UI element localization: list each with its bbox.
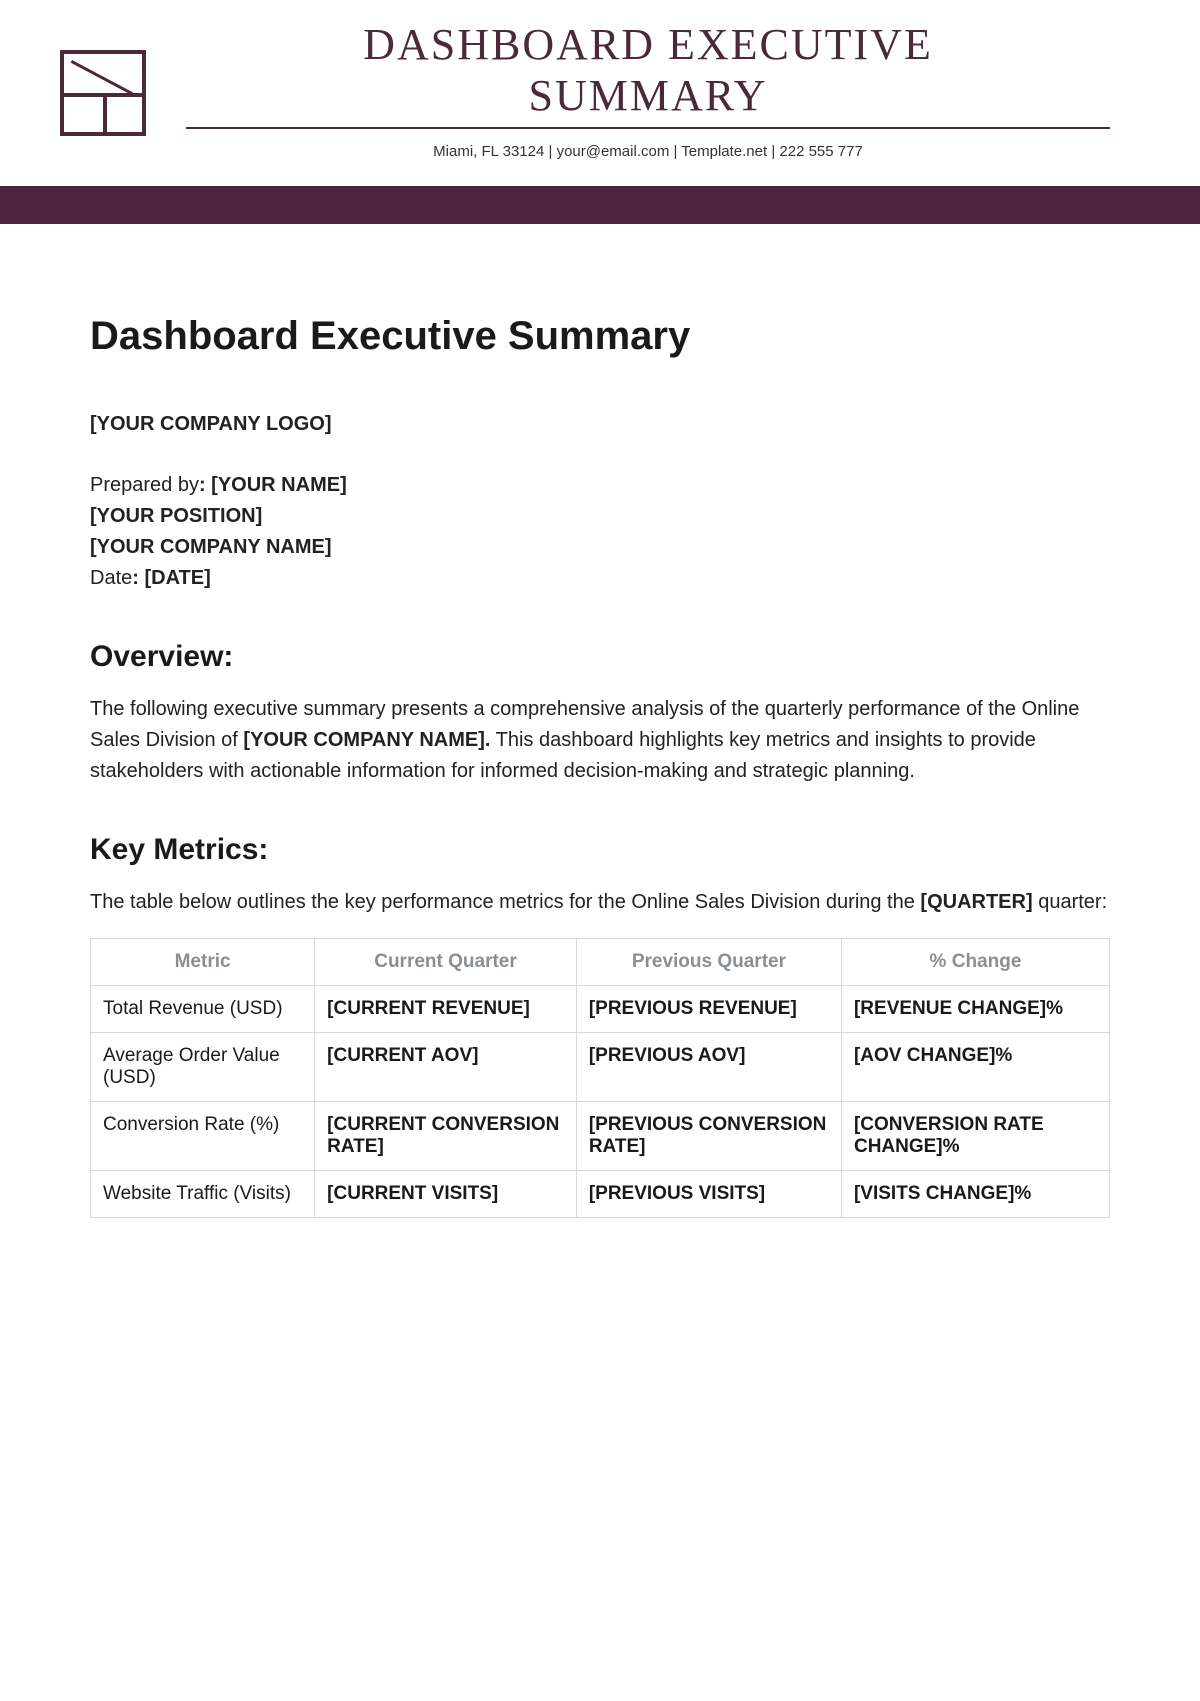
company-placeholder: [YOUR COMPANY NAME] [90,536,331,558]
cell-change: [REVENUE CHANGE]% [841,986,1109,1033]
logo-block [60,20,146,136]
title-underline [186,127,1110,129]
title-line-2: SUMMARY [529,71,768,120]
cell-metric: Total Revenue (USD) [91,986,315,1033]
date-label: Date [90,567,132,589]
metrics-table: Metric Current Quarter Previous Quarter … [90,938,1110,1218]
col-change: % Change [841,939,1109,986]
cell-previous: [PREVIOUS CONVERSION RATE] [576,1102,841,1171]
company-logo-placeholder: [YOUR COMPANY LOGO] [90,413,331,435]
overview-paragraph: The following executive summary presents… [90,694,1110,787]
contact-line: Miami, FL 33124 | your@email.com | Templ… [186,143,1110,160]
overview-text-bold: [YOUR COMPANY NAME]. [243,729,490,751]
meta-block: [YOUR COMPANY LOGO] Prepared by: [YOUR N… [90,409,1110,594]
cell-previous: [PREVIOUS VISITS] [576,1171,841,1218]
accent-band [0,186,1200,224]
title-block: DASHBOARD EXECUTIVE SUMMARY Miami, FL 33… [186,20,1110,160]
title-line-1: DASHBOARD EXECUTIVE [363,20,933,69]
cell-current: [CURRENT CONVERSION RATE] [315,1102,577,1171]
table-row: Website Traffic (Visits) [CURRENT VISITS… [91,1171,1110,1218]
col-current: Current Quarter [315,939,577,986]
table-header-row: Metric Current Quarter Previous Quarter … [91,939,1110,986]
table-row: Total Revenue (USD) [CURRENT REVENUE] [P… [91,986,1110,1033]
col-metric: Metric [91,939,315,986]
cell-current: [CURRENT REVENUE] [315,986,577,1033]
document-title: DASHBOARD EXECUTIVE SUMMARY [186,20,1110,121]
km-intro-pre: The table below outlines the key perform… [90,891,920,913]
logo-icon [60,50,146,136]
table-row: Average Order Value (USD) [CURRENT AOV] … [91,1033,1110,1102]
prepared-by-value: : [YOUR NAME] [199,474,347,496]
km-intro-bold: [QUARTER] [920,891,1032,913]
document-header: DASHBOARD EXECUTIVE SUMMARY Miami, FL 33… [0,0,1200,160]
cell-metric: Website Traffic (Visits) [91,1171,315,1218]
cell-previous: [PREVIOUS REVENUE] [576,986,841,1033]
cell-current: [CURRENT AOV] [315,1033,577,1102]
km-intro-post: quarter: [1033,891,1107,913]
key-metrics-intro: The table below outlines the key perform… [90,887,1110,918]
cell-change: [CONVERSION RATE CHANGE]% [841,1102,1109,1171]
cell-metric: Conversion Rate (%) [91,1102,315,1171]
cell-metric: Average Order Value (USD) [91,1033,315,1102]
cell-change: [VISITS CHANGE]% [841,1171,1109,1218]
position-placeholder: [YOUR POSITION] [90,505,262,527]
col-previous: Previous Quarter [576,939,841,986]
prepared-by-label: Prepared by [90,474,199,496]
cell-previous: [PREVIOUS AOV] [576,1033,841,1102]
key-metrics-heading: Key Metrics: [90,833,1110,867]
date-value: : [DATE] [132,567,211,589]
cell-change: [AOV CHANGE]% [841,1033,1109,1102]
content-area: Dashboard Executive Summary [YOUR COMPAN… [0,224,1200,1218]
cell-current: [CURRENT VISITS] [315,1171,577,1218]
page-title: Dashboard Executive Summary [90,314,1110,359]
table-row: Conversion Rate (%) [CURRENT CONVERSION … [91,1102,1110,1171]
overview-heading: Overview: [90,640,1110,674]
